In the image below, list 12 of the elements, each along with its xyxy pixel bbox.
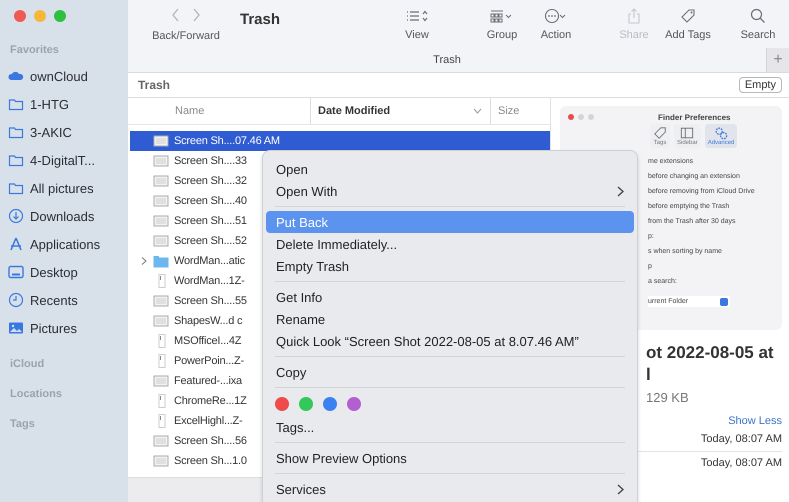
toolbar-label: Back/Forward xyxy=(152,30,220,42)
folder-title: Trash xyxy=(138,78,170,92)
file-title: ot 2022-08-05 at xyxy=(646,342,775,364)
sidebar-section-title: iCloud xyxy=(10,358,46,372)
sidebar-section-title: Tags xyxy=(10,418,36,432)
date-value: Today, 08:07 AM xyxy=(700,433,782,447)
file-size: 129 KB xyxy=(646,390,690,405)
window-title: Trash xyxy=(240,11,282,28)
file-title: l xyxy=(646,364,652,386)
thumbnail-title: Finder Preferences xyxy=(658,112,730,122)
sidebar-section-title: Locations xyxy=(10,388,63,402)
sidebar-section-title: Favorites xyxy=(10,44,60,56)
